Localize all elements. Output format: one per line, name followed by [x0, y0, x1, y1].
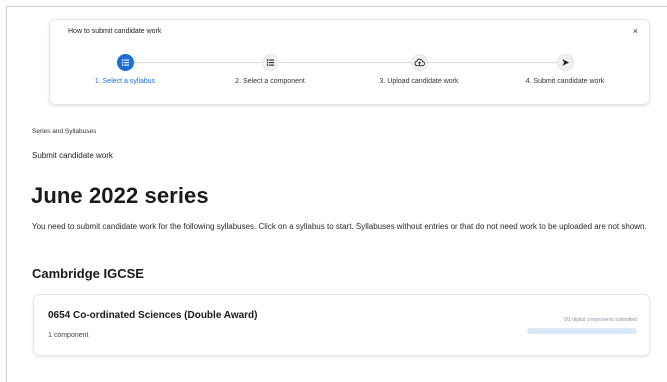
close-button[interactable]: ×	[633, 27, 638, 36]
component-count: 1 component	[48, 332, 89, 339]
qualification-heading: Cambridge IGCSE	[32, 266, 144, 281]
step-label: 3. Upload candidate work	[379, 78, 459, 85]
step-select-syllabus[interactable]: 1. Select a syllabus	[65, 54, 185, 85]
step-label: 4. Submit candidate work	[525, 78, 605, 85]
submission-guide-panel: How to submit candidate work × 1. Select…	[49, 19, 650, 105]
step-upload-work[interactable]: 3. Upload candidate work	[359, 54, 479, 85]
page-title: June 2022 series	[31, 183, 209, 208]
cloud-upload-icon	[410, 54, 428, 71]
submission-status: 0/1 digital components submitted	[563, 317, 637, 323]
step-label: 1. Select a syllabus	[94, 78, 156, 85]
list-icon	[261, 54, 279, 71]
step-submit-work[interactable]: 4. Submit candidate work	[505, 54, 625, 85]
step-label: 2. Select a component	[235, 78, 305, 85]
guide-title: How to submit candidate work	[68, 28, 162, 35]
page-subheading: Submit candidate work	[32, 151, 113, 160]
syllabus-card[interactable]: 0654 Co-ordinated Sciences (Double Award…	[33, 294, 650, 356]
list-icon	[116, 54, 134, 71]
breadcrumb[interactable]: Series and Syllabuses	[32, 128, 96, 135]
syllabus-title: 0654 Co-ordinated Sciences (Double Award…	[48, 310, 258, 321]
send-icon	[556, 54, 574, 71]
submission-progress-bar	[527, 328, 637, 334]
step-select-component[interactable]: 2. Select a component	[210, 54, 330, 85]
intro-text: You need to submit candidate work for th…	[32, 222, 647, 231]
